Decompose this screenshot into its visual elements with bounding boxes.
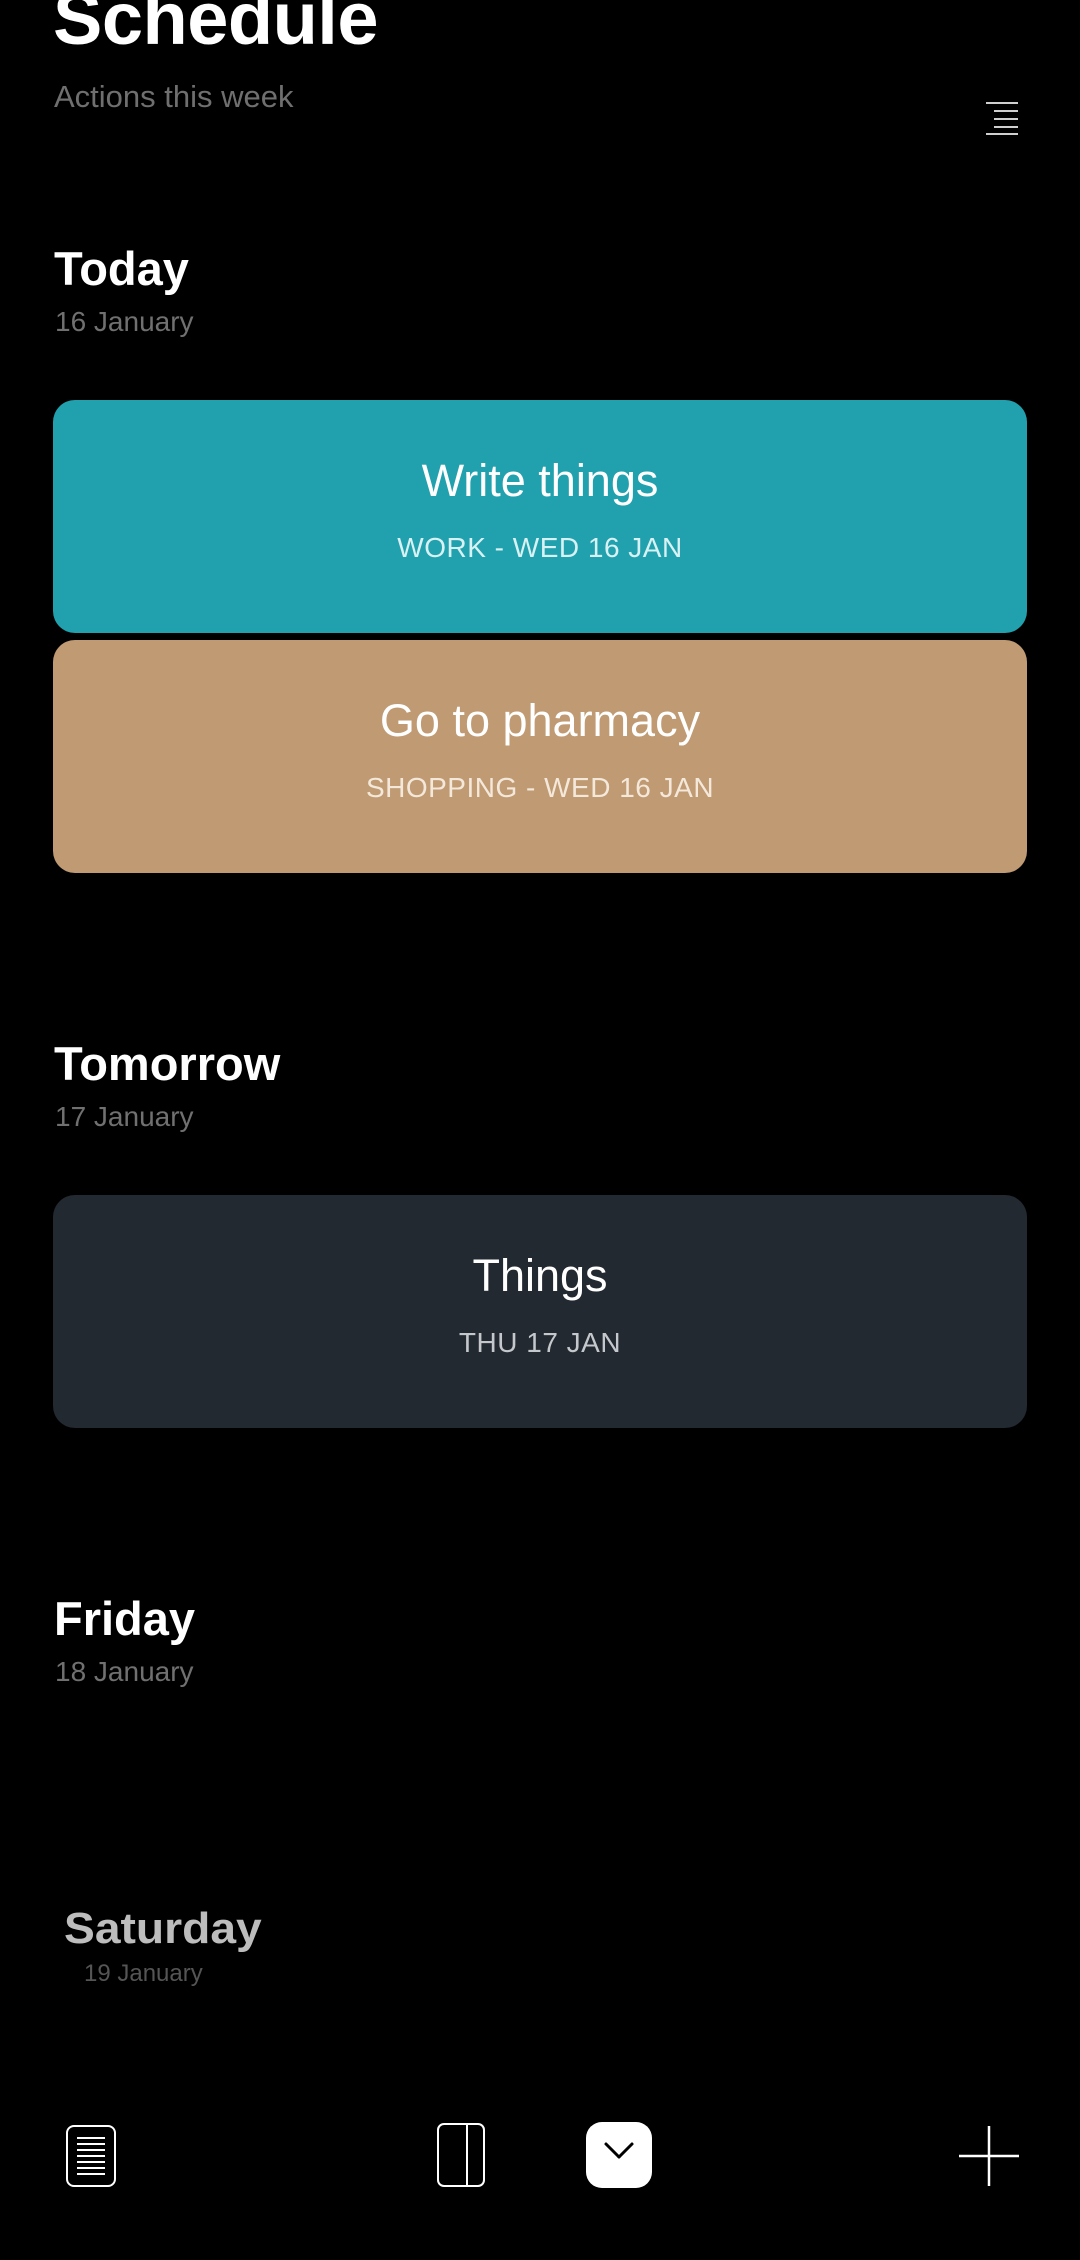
section-date-tomorrow: 17 January: [55, 1101, 194, 1132]
section-title-saturday: Saturday: [64, 1904, 262, 1953]
section-date-today: 16 January: [55, 306, 194, 337]
notes-list-icon[interactable]: [64, 2124, 120, 2188]
clock-icon[interactable]: [586, 2122, 652, 2188]
task-card-subtitle: SHOPPING - WED 16 JAN: [365, 772, 715, 803]
task-card-go-to-pharmacy[interactable]: Go to pharmacy SHOPPING - WED 16 JAN: [53, 640, 1027, 873]
section-date-friday: 18 January: [55, 1656, 194, 1687]
section-date-saturday: 19 January: [84, 1960, 203, 1987]
plus-icon[interactable]: [958, 2125, 1020, 2187]
page-title: Schedule: [53, 0, 379, 60]
task-card-title: Write things: [421, 455, 659, 506]
task-card-write-things[interactable]: Write things WORK - WED 16 JAN: [53, 400, 1027, 633]
sort-lines-icon[interactable]: [982, 100, 1022, 136]
split-panel-icon[interactable]: [436, 2122, 488, 2188]
task-card-subtitle: THU 17 JAN: [458, 1327, 622, 1358]
section-title-today: Today: [54, 242, 189, 295]
task-card-title: Things: [472, 1250, 608, 1301]
task-card-subtitle: WORK - WED 16 JAN: [397, 532, 683, 563]
task-card-things[interactable]: Things THU 17 JAN: [53, 1195, 1027, 1428]
section-title-friday: Friday: [54, 1592, 196, 1645]
page-subtitle: Actions this week: [54, 79, 294, 114]
task-card-title: Go to pharmacy: [379, 695, 701, 746]
section-title-tomorrow: Tomorrow: [54, 1037, 281, 1090]
